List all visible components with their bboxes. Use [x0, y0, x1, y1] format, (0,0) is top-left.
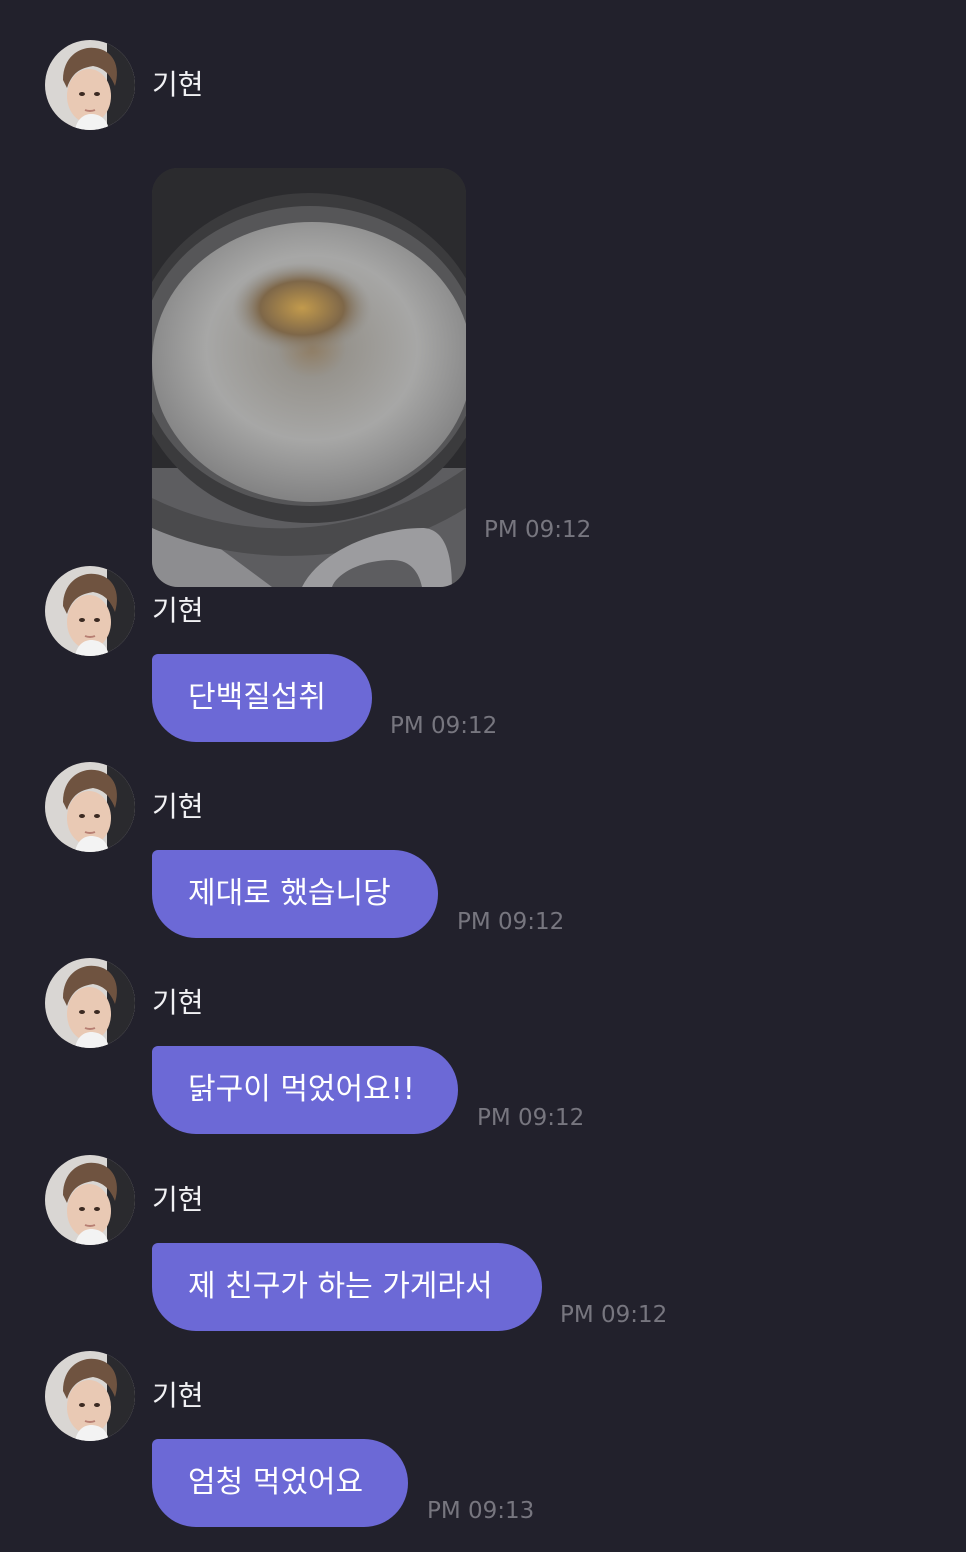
avatar[interactable] [45, 1351, 135, 1441]
profile-photo-icon [45, 762, 135, 852]
sender-name: 기현 [152, 68, 204, 101]
profile-photo-icon [45, 958, 135, 1048]
avatar[interactable] [45, 40, 135, 130]
avatar[interactable] [45, 958, 135, 1048]
avatar[interactable] [45, 566, 135, 656]
message-bubble[interactable]: 제대로 했습니당 [152, 850, 438, 938]
chat-thread: 기현 PM 09:12 기현 단백질섭취 PM 09:12 기현 제대로 했습니… [0, 0, 966, 1552]
message-bubble[interactable]: 닭구이 먹었어요!! [152, 1046, 458, 1134]
timestamp: PM 09:13 [427, 1498, 535, 1524]
profile-photo-icon [45, 40, 135, 130]
avatar[interactable] [45, 1155, 135, 1245]
profile-photo-icon [45, 566, 135, 656]
photo-attachment[interactable] [152, 168, 466, 587]
message-bubble[interactable]: 엄청 먹었어요 [152, 1439, 408, 1527]
profile-photo-icon [45, 1351, 135, 1441]
sender-name: 기현 [152, 986, 204, 1019]
message-bubble[interactable]: 제 친구가 하는 가게라서 [152, 1243, 542, 1331]
sender-name: 기현 [152, 594, 204, 627]
profile-photo-icon [45, 1155, 135, 1245]
timestamp: PM 09:12 [457, 909, 565, 935]
frying-pan-image [152, 168, 466, 587]
avatar[interactable] [45, 762, 135, 852]
timestamp: PM 09:12 [477, 1105, 585, 1131]
timestamp: PM 09:12 [560, 1302, 668, 1328]
sender-name: 기현 [152, 1379, 204, 1412]
timestamp: PM 09:12 [390, 713, 498, 739]
sender-name: 기현 [152, 1183, 204, 1216]
message-bubble[interactable]: 단백질섭취 [152, 654, 372, 742]
timestamp: PM 09:12 [484, 517, 592, 543]
sender-name: 기현 [152, 790, 204, 823]
